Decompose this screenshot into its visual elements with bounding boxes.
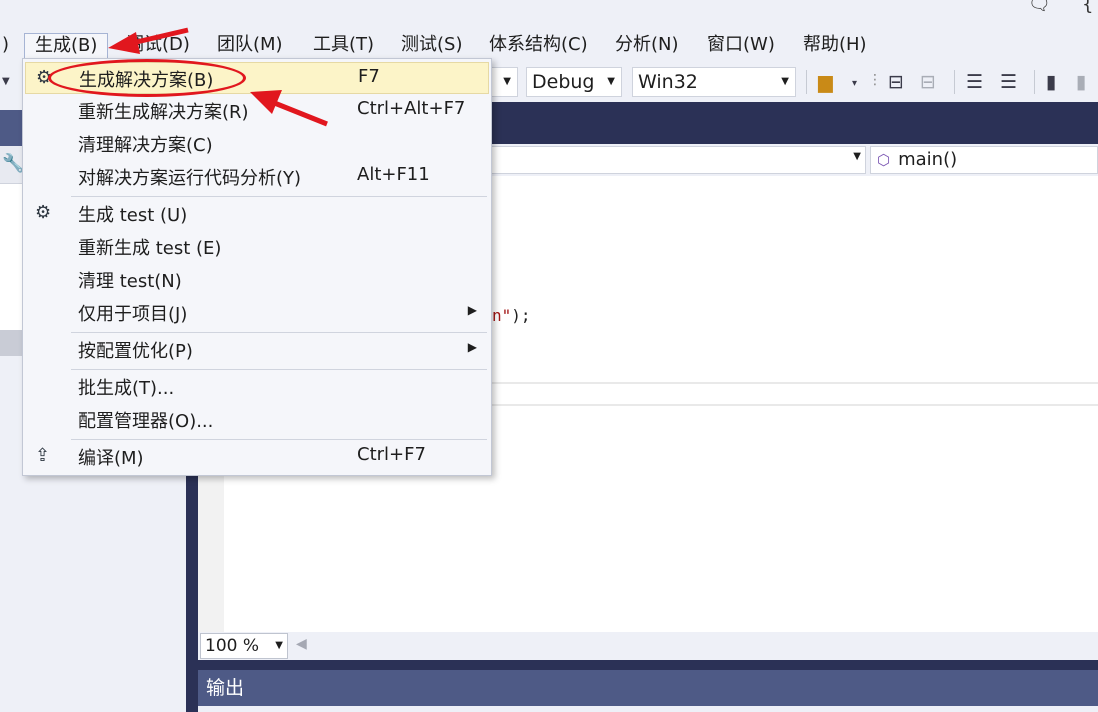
- annotation-arrows: [108, 27, 328, 127]
- annotation-arrow-2-shaft: [271, 99, 328, 127]
- annotation-arrow-1-head: [108, 32, 140, 54]
